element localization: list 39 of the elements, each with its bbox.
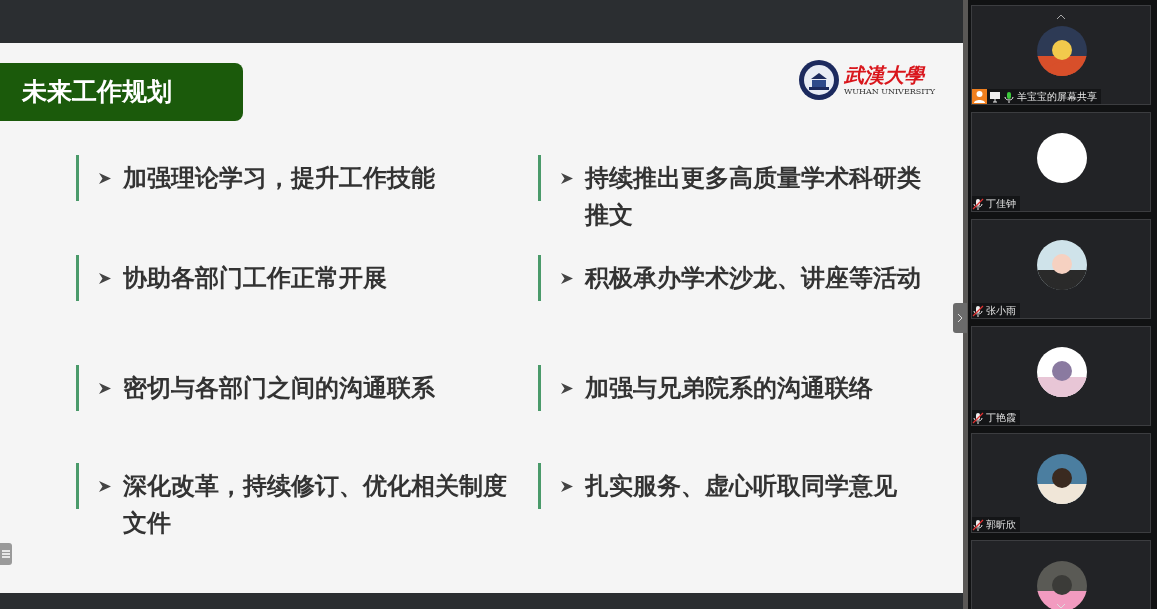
divider-bar: [538, 365, 541, 411]
participant-name: 张小雨: [986, 304, 1016, 317]
arrow-bullet-icon: [560, 272, 574, 285]
divider-bar: [538, 155, 541, 201]
divider-bar: [76, 255, 79, 301]
divider-bar: [76, 463, 79, 509]
menu-button[interactable]: [0, 543, 12, 565]
plan-item: 密切与各部门之间的沟通联系: [123, 373, 436, 404]
divider-bar: [538, 255, 541, 301]
divider-bar: [76, 365, 79, 411]
plan-item: 积极承办学术沙龙、讲座等活动: [585, 263, 922, 294]
arrow-bullet-icon: [560, 382, 574, 395]
arrow-bullet-icon: [98, 382, 112, 395]
participant-name: 羊宝宝的屏幕共享: [1017, 90, 1097, 103]
menu-icon: [2, 550, 10, 558]
plan-item: 持续推出更多高质量学术科研类推文: [585, 163, 922, 231]
university-name: 武漢大學: [843, 63, 924, 87]
plan-item: 深化改革，持续修订、优化相关制度文件: [123, 471, 508, 539]
collapse-handle[interactable]: [953, 303, 967, 333]
plan-item: 扎实服务、虚心听取同学意见: [585, 471, 898, 502]
scroll-up-icon[interactable]: [1056, 14, 1066, 20]
avatar: [1037, 133, 1087, 183]
participant-name: 郭昕欣: [986, 518, 1016, 531]
university-name-english: WUHAN UNIVERSITY: [843, 87, 935, 97]
arrow-bullet-icon: [98, 480, 112, 493]
university-emblem-icon: [797, 59, 840, 101]
participant-name: 丁艳霞: [986, 411, 1016, 424]
divider-bar: [538, 463, 541, 509]
arrow-bullet-icon: [98, 172, 112, 185]
arrow-bullet-icon: [560, 172, 574, 185]
arrow-bullet-icon: [98, 272, 112, 285]
arrow-bullet-icon: [560, 480, 574, 493]
participant-name: 丁佳钟: [986, 197, 1016, 210]
slide-title: 未来工作规划: [0, 63, 243, 121]
divider-bar: [76, 155, 79, 201]
plan-item: 加强理论学习，提升工作技能: [123, 163, 436, 194]
chevron-right-icon: [957, 313, 963, 323]
plan-item: 加强与兄弟院系的沟通联络: [585, 373, 874, 404]
plan-item: 协助各部门工作正常开展: [123, 263, 388, 294]
